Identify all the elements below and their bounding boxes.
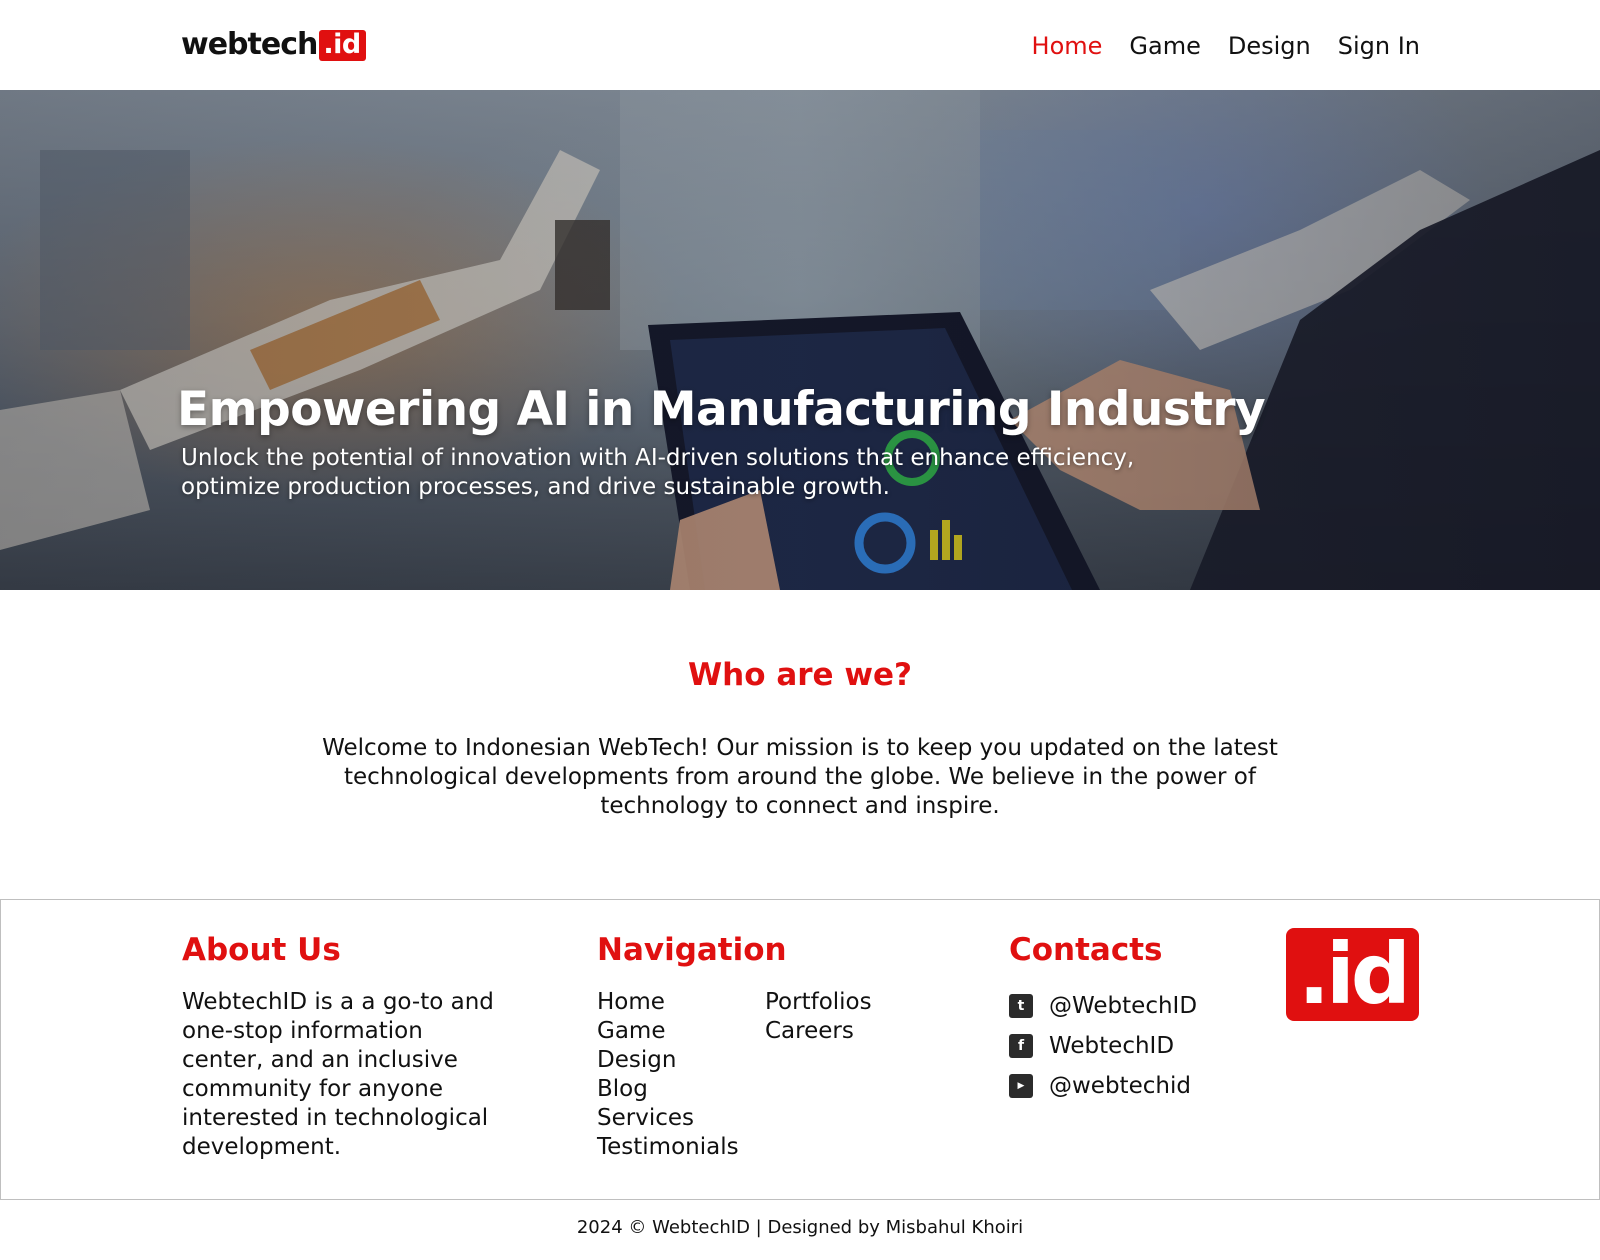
site-logo[interactable]: webtech .id (181, 28, 366, 62)
contact-label: @WebtechID (1049, 992, 1198, 1019)
main-nav: Home Game Design Sign In (1032, 28, 1420, 64)
copyright-text: 2024 © WebtechID | Designed by Misbahul … (576, 1217, 1024, 1238)
footer-link-home[interactable]: Home (597, 988, 739, 1017)
hero-banner: Empowering AI in Manufacturing Industry … (0, 90, 1600, 590)
contact-label: @webtechid (1049, 1072, 1191, 1099)
footer-id-logo: .id (1286, 928, 1419, 1021)
contact-youtube[interactable]: ▶ @webtechid (1009, 1066, 1197, 1106)
nav-link-game[interactable]: Game (1129, 28, 1200, 64)
site-footer: About Us WebtechID is a a go-to and one-… (0, 899, 1600, 1200)
hero-subtitle: Unlock the potential of innovation with … (181, 445, 1135, 500)
section-title-who-are-we: Who are we? (687, 657, 913, 693)
youtube-icon: ▶ (1009, 1074, 1033, 1098)
footer-link-services[interactable]: Services (597, 1104, 739, 1133)
nav-link-sign-in[interactable]: Sign In (1338, 28, 1420, 64)
site-header: webtech .id Home Game Design Sign In (0, 0, 1600, 90)
hero-overlay (0, 90, 1600, 590)
nav-link-home[interactable]: Home (1032, 28, 1103, 64)
footer-link-testimonials[interactable]: Testimonials (597, 1133, 739, 1162)
contact-twitter[interactable]: t @WebtechID (1009, 986, 1197, 1026)
footer-about-title: About Us (182, 932, 341, 968)
logo-text: webtech (181, 27, 318, 62)
footer-link-design[interactable]: Design (597, 1046, 739, 1075)
footer-contacts-title: Contacts (1009, 932, 1163, 968)
footer-link-portfolios[interactable]: Portfolios (765, 988, 872, 1017)
footer-link-careers[interactable]: Careers (765, 1017, 872, 1046)
facebook-icon: f (1009, 1034, 1033, 1058)
footer-contacts-list: t @WebtechID f WebtechID ▶ @webtechid (1009, 986, 1197, 1106)
logo-badge: .id (319, 29, 366, 61)
footer-link-game[interactable]: Game (597, 1017, 739, 1046)
footer-nav-column-2: Portfolios Careers (765, 988, 872, 1046)
section-text-who-are-we: Welcome to Indonesian WebTech! Our missi… (322, 735, 1278, 819)
footer-navigation-title: Navigation (597, 932, 787, 968)
contact-label: WebtechID (1049, 1032, 1175, 1059)
twitter-icon: t (1009, 994, 1033, 1018)
footer-nav-column-1: Home Game Design Blog Services Testimoni… (597, 988, 739, 1162)
hero-title: Empowering AI in Manufacturing Industry (177, 382, 1266, 437)
contact-facebook[interactable]: f WebtechID (1009, 1026, 1197, 1066)
footer-link-blog[interactable]: Blog (597, 1075, 739, 1104)
footer-about-text: WebtechID is a a go-to and one-stop info… (182, 989, 494, 1160)
nav-link-design[interactable]: Design (1228, 28, 1311, 64)
